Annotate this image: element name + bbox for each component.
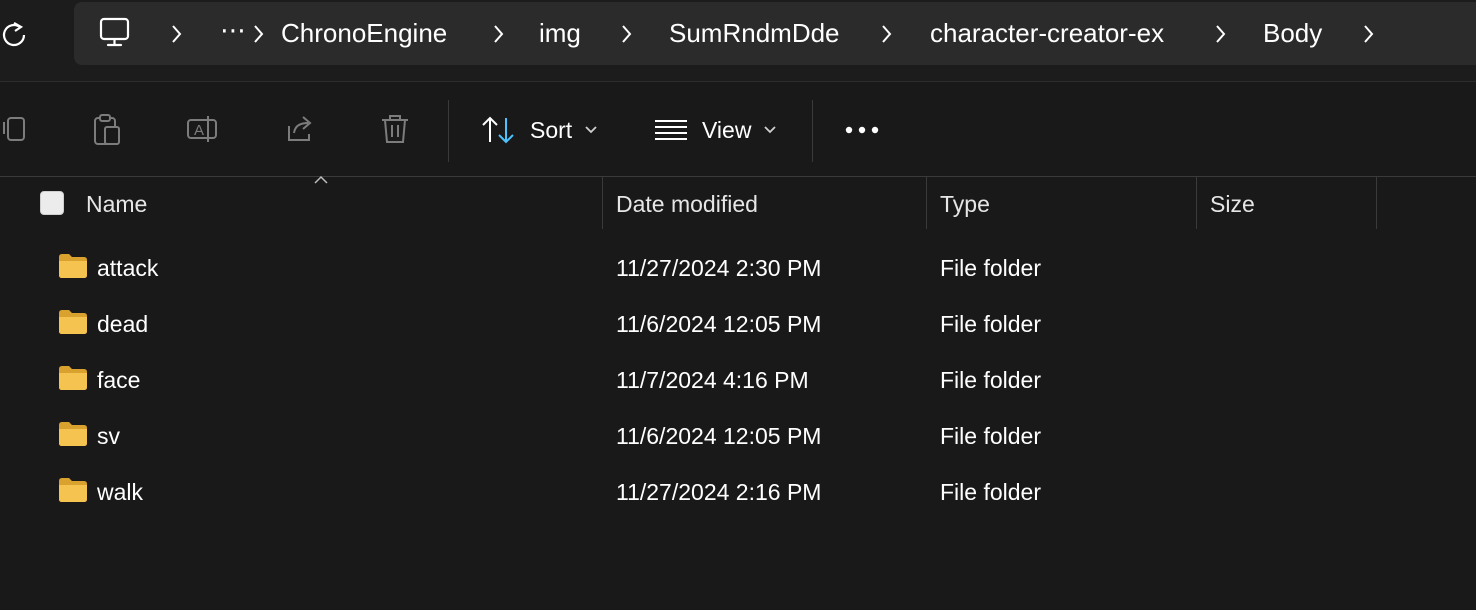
column-header-size[interactable]: Size — [1210, 177, 1255, 229]
folder-icon — [59, 254, 87, 278]
table-row[interactable]: sv 11/6/2024 12:05 PM File folder — [0, 408, 1476, 464]
chevron-right-icon[interactable] — [170, 23, 184, 45]
view-icon — [655, 120, 687, 140]
chevron-right-icon[interactable] — [492, 23, 506, 45]
column-resize-handle[interactable] — [1196, 177, 1197, 229]
copy-icon[interactable] — [0, 112, 32, 146]
view-label: View — [702, 116, 752, 143]
breadcrumb-item-body[interactable]: Body — [1263, 2, 1322, 65]
file-date-modified: 11/6/2024 12:05 PM — [616, 423, 822, 449]
breadcrumb-item-character-creator-ex[interactable]: character-creator-ex — [930, 2, 1164, 65]
chevron-right-icon[interactable] — [880, 23, 894, 45]
breadcrumb[interactable]: ⋯ ChronoEngine img SumRndmDde character-… — [74, 2, 1476, 65]
more-icon[interactable] — [844, 122, 880, 140]
table-row[interactable]: attack 11/27/2024 2:30 PM File folder — [0, 240, 1476, 296]
table-row[interactable]: dead 11/6/2024 12:05 PM File folder — [0, 296, 1476, 352]
column-header-name[interactable]: Name — [86, 177, 147, 229]
sort-button[interactable]: Sort — [480, 108, 598, 152]
folder-icon — [59, 478, 87, 502]
file-type: File folder — [940, 423, 1041, 449]
file-date-modified: 11/27/2024 2:16 PM — [616, 479, 822, 505]
command-bar: A Sort View — [0, 82, 1476, 176]
divider — [812, 100, 813, 162]
file-type: File folder — [940, 367, 1041, 393]
folder-icon — [59, 310, 87, 334]
column-header: Name Date modified Type Size — [0, 175, 1476, 229]
breadcrumb-item-sumrndmdde[interactable]: SumRndmDde — [669, 2, 840, 65]
sort-ascending-icon — [314, 175, 328, 184]
file-date-modified: 11/7/2024 4:16 PM — [616, 367, 809, 393]
breadcrumb-item-img[interactable]: img — [539, 2, 581, 65]
column-header-type[interactable]: Type — [940, 177, 990, 229]
file-type: File folder — [940, 311, 1041, 337]
paste-icon[interactable] — [90, 112, 124, 146]
this-pc-icon[interactable] — [98, 16, 132, 55]
refresh-icon[interactable] — [0, 18, 30, 50]
svg-text:A: A — [194, 122, 204, 139]
file-name[interactable]: attack — [97, 240, 158, 296]
delete-icon[interactable] — [378, 112, 412, 146]
file-date-modified: 11/6/2024 12:05 PM — [616, 311, 822, 337]
file-date-modified: 11/27/2024 2:30 PM — [616, 255, 822, 281]
select-all-checkbox[interactable] — [40, 191, 64, 215]
column-resize-handle[interactable] — [602, 177, 603, 229]
column-resize-handle[interactable] — [926, 177, 927, 229]
file-type: File folder — [940, 255, 1041, 281]
table-row[interactable]: face 11/7/2024 4:16 PM File folder — [0, 352, 1476, 408]
folder-icon — [59, 366, 87, 390]
breadcrumb-item-chronoengine[interactable]: ChronoEngine — [281, 2, 447, 65]
sort-icon — [482, 116, 514, 144]
chevron-right-icon[interactable] — [1214, 23, 1228, 45]
chevron-right-icon[interactable] — [1362, 23, 1376, 45]
file-name[interactable]: sv — [97, 408, 120, 464]
table-row[interactable]: walk 11/27/2024 2:16 PM File folder — [0, 464, 1476, 520]
address-bar-area: ⋯ ChronoEngine img SumRndmDde character-… — [0, 0, 1476, 82]
chevron-right-icon[interactable] — [620, 23, 634, 45]
file-name[interactable]: walk — [97, 464, 143, 520]
chevron-down-icon — [585, 126, 597, 134]
file-name[interactable]: dead — [97, 296, 148, 352]
view-button[interactable]: View — [654, 108, 777, 152]
chevron-down-icon — [764, 126, 777, 134]
folder-icon — [59, 422, 87, 446]
column-resize-handle[interactable] — [1376, 177, 1377, 229]
file-name[interactable]: face — [97, 352, 140, 408]
divider — [448, 100, 449, 162]
column-header-date-modified[interactable]: Date modified — [616, 177, 758, 229]
breadcrumb-overflow-button[interactable]: ⋯ — [220, 2, 247, 65]
share-icon[interactable] — [283, 112, 317, 146]
sort-label: Sort — [530, 116, 573, 143]
chevron-right-icon — [254, 25, 264, 43]
file-type: File folder — [940, 479, 1041, 505]
rename-icon[interactable]: A — [186, 112, 220, 146]
